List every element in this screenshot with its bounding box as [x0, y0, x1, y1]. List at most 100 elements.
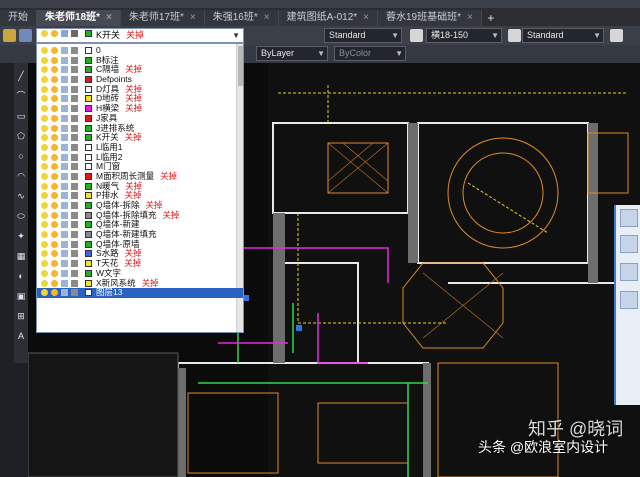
bulb-on-icon[interactable]	[41, 211, 48, 219]
sun-thaw-icon[interactable]	[51, 172, 58, 180]
sun-thaw-icon[interactable]	[51, 240, 58, 248]
lock-icon[interactable]	[71, 95, 78, 103]
layer-row[interactable]: Q墙体-新建填充	[37, 229, 243, 240]
viewport-thaw-icon[interactable]	[61, 221, 68, 229]
lock-icon[interactable]	[71, 85, 78, 93]
multileader-icon[interactable]	[610, 29, 623, 42]
sun-thaw-icon[interactable]	[51, 279, 58, 287]
table-style-icon[interactable]	[508, 29, 521, 42]
dim-style-icon[interactable]	[410, 29, 423, 42]
lock-icon[interactable]	[71, 163, 78, 171]
layer-properties-icon[interactable]	[3, 29, 16, 42]
close-icon[interactable]: ×	[106, 12, 112, 23]
layer-row[interactable]: 图层13	[37, 287, 243, 298]
viewport-thaw-icon[interactable]	[61, 114, 68, 122]
hatch-icon[interactable]: ▦	[16, 251, 26, 261]
sun-thaw-icon[interactable]	[51, 95, 58, 103]
lock-icon[interactable]	[71, 134, 78, 142]
layer-row[interactable]: X新风系统 关掉	[37, 278, 243, 289]
document-tab[interactable]: 朱老师17班* ×	[120, 10, 205, 26]
point-icon[interactable]: ✦	[16, 231, 26, 241]
bulb-on-icon[interactable]	[41, 289, 48, 297]
sun-thaw-icon[interactable]	[51, 134, 58, 142]
lock-icon[interactable]	[71, 279, 78, 287]
table-icon[interactable]: ⊞	[16, 311, 26, 321]
layer-row[interactable]: K开关 关掉	[37, 132, 243, 143]
bulb-on-icon[interactable]	[41, 172, 48, 180]
lock-icon[interactable]	[71, 76, 78, 84]
new-tab-button[interactable]: +	[482, 10, 500, 26]
bulb-on-icon[interactable]	[41, 192, 48, 200]
viewport-thaw-icon[interactable]	[61, 105, 68, 113]
sun-thaw-icon[interactable]	[51, 85, 58, 93]
layer-row[interactable]: C隔墙 关掉	[37, 65, 243, 75]
bulb-on-icon[interactable]	[41, 134, 48, 142]
sun-thaw-icon[interactable]	[51, 211, 58, 219]
sun-thaw-icon[interactable]	[51, 153, 58, 161]
viewport-thaw-icon[interactable]	[61, 250, 68, 258]
bulb-on-icon[interactable]	[41, 56, 48, 64]
viewport-thaw-icon[interactable]	[61, 143, 68, 151]
bulb-on-icon[interactable]	[41, 221, 48, 229]
bulb-on-icon[interactable]	[41, 95, 48, 103]
lock-icon[interactable]	[71, 56, 78, 64]
bulb-on-icon[interactable]	[41, 279, 48, 287]
sun-thaw-icon[interactable]	[51, 47, 58, 54]
document-tab[interactable]: 朱老师18班* ×	[37, 10, 121, 26]
layer-row[interactable]: P排水 关掉	[37, 190, 243, 201]
layer-row[interactable]: L临用1	[37, 142, 243, 153]
layer-row[interactable]: T天花 关掉	[37, 258, 243, 269]
bulb-on-icon[interactable]	[41, 260, 48, 268]
viewport-thaw-icon[interactable]	[61, 76, 68, 84]
layer-row[interactable]: H横梁 关掉	[37, 103, 243, 114]
document-tab[interactable]: 蓉水19班基础班* ×	[378, 10, 482, 26]
lock-icon[interactable]	[71, 240, 78, 248]
viewport-thaw-icon[interactable]	[61, 279, 68, 287]
viewport-thaw-icon[interactable]	[61, 85, 68, 93]
sun-thaw-icon[interactable]	[51, 66, 58, 74]
layer-row[interactable]: 0	[37, 45, 243, 56]
lock-icon[interactable]	[71, 221, 78, 229]
viewport-thaw-icon[interactable]	[61, 182, 68, 190]
viewport-thaw-icon[interactable]	[61, 211, 68, 219]
viewport-thaw-icon[interactable]	[61, 163, 68, 171]
sun-thaw-icon[interactable]	[51, 114, 58, 122]
bulb-on-icon[interactable]	[41, 114, 48, 122]
layer-row[interactable]: W文字	[37, 268, 243, 279]
bulb-on-icon[interactable]	[41, 66, 48, 74]
dim-style-select[interactable]: 横18-150 ▼	[426, 28, 502, 43]
viewport-thaw-icon[interactable]	[61, 269, 68, 277]
sun-thaw-icon[interactable]	[51, 163, 58, 171]
sun-thaw-icon[interactable]	[51, 260, 58, 268]
rectangle-icon[interactable]: ▭	[16, 111, 26, 121]
bulb-on-icon[interactable]	[41, 163, 48, 171]
ellipse-icon[interactable]: ⬭	[16, 211, 26, 221]
lock-icon[interactable]	[71, 269, 78, 277]
gradient-icon[interactable]: ◐	[16, 271, 26, 281]
bulb-on-icon[interactable]	[41, 182, 48, 190]
bulb-on-icon[interactable]	[41, 269, 48, 277]
palette-thumbnail-icon[interactable]	[620, 291, 638, 309]
layer-row[interactable]: Q墙体-拆除填充 关掉	[37, 210, 243, 221]
sun-thaw-icon[interactable]	[51, 202, 58, 209]
bulb-on-icon[interactable]	[41, 240, 48, 248]
viewport-thaw-icon[interactable]	[61, 47, 68, 54]
lock-icon[interactable]	[71, 153, 78, 161]
sun-thaw-icon[interactable]	[51, 250, 58, 258]
viewport-thaw-icon[interactable]	[61, 66, 68, 74]
layer-state-icon[interactable]	[19, 29, 32, 42]
viewport-thaw-icon[interactable]	[61, 134, 68, 142]
viewport-thaw-icon[interactable]	[61, 240, 68, 248]
lock-icon[interactable]	[71, 114, 78, 122]
sun-thaw-icon[interactable]	[51, 221, 58, 229]
lock-icon[interactable]	[71, 172, 78, 180]
bulb-on-icon[interactable]	[41, 85, 48, 93]
lock-icon[interactable]	[71, 66, 78, 74]
close-icon[interactable]: ×	[467, 12, 473, 23]
region-icon[interactable]: ▣	[16, 291, 26, 301]
linetype-select[interactable]: ByLayer ▼	[256, 46, 328, 61]
sun-thaw-icon[interactable]	[51, 269, 58, 277]
sun-thaw-icon[interactable]	[51, 192, 58, 200]
palette-thumbnail-icon[interactable]	[620, 263, 638, 281]
lock-icon[interactable]	[71, 202, 78, 209]
